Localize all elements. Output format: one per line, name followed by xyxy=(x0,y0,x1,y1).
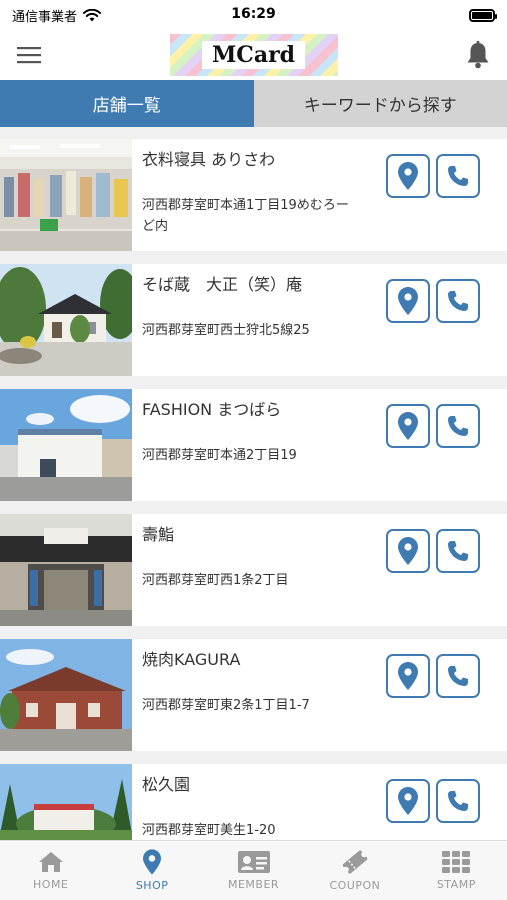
shop-actions xyxy=(386,654,480,698)
map-pin-icon xyxy=(398,662,418,690)
phone-icon xyxy=(448,291,468,311)
shop-name: FASHION まつばら xyxy=(142,400,282,419)
app-header: MCard xyxy=(0,30,507,80)
nav-member[interactable]: MEMBER xyxy=(203,841,304,900)
shop-photo xyxy=(0,639,132,751)
list-item[interactable]: 壽鮨 河西郡芽室町西1条2丁目 xyxy=(0,514,507,626)
shop-name: 壽鮨 xyxy=(142,525,175,544)
map-button[interactable] xyxy=(386,279,430,323)
map-pin-icon xyxy=(398,287,418,315)
shop-name: 松久園 xyxy=(142,775,191,794)
map-button[interactable] xyxy=(386,654,430,698)
shop-photo xyxy=(0,389,132,501)
map-pin-icon xyxy=(398,537,418,565)
shop-address: 河西郡芽室町東2条1丁目1-7 xyxy=(142,698,310,713)
stamp-grid-icon xyxy=(442,851,471,873)
list-item[interactable]: FASHION まつばら 河西郡芽室町本通2丁目19 xyxy=(0,389,507,501)
shop-list[interactable]: 衣料寝具 ありさわ 河西郡芽室町本通1丁目19めむろーど内 そば蔵 大正（笑）庵… xyxy=(0,127,507,840)
app-logo: MCard xyxy=(169,34,338,76)
tab-bar: 店舗一覧 キーワードから探す xyxy=(0,80,507,127)
shop-info: FASHION まつばら 河西郡芽室町本通2丁目19 xyxy=(132,389,354,501)
phone-icon xyxy=(448,791,468,811)
map-pin-icon xyxy=(398,412,418,440)
phone-button[interactable] xyxy=(436,154,480,198)
shop-photo xyxy=(0,514,132,626)
member-card-icon xyxy=(237,851,270,873)
shop-info: 衣料寝具 ありさわ 河西郡芽室町本通1丁目19めむろーど内 xyxy=(132,139,354,251)
map-button[interactable] xyxy=(386,154,430,198)
shop-name: そば蔵 大正（笑）庵 xyxy=(142,275,303,294)
shop-info: そば蔵 大正（笑）庵 河西郡芽室町西士狩北5線25 xyxy=(132,264,354,376)
battery-icon xyxy=(469,8,497,22)
nav-member-label: MEMBER xyxy=(227,878,280,891)
status-bar: 通信事業者 16:29 xyxy=(0,0,507,30)
map-button[interactable] xyxy=(386,404,430,448)
hamburger-menu-icon[interactable] xyxy=(16,45,42,65)
phone-button[interactable] xyxy=(436,654,480,698)
map-pin-icon xyxy=(143,849,162,875)
phone-icon xyxy=(448,541,468,561)
map-pin-icon xyxy=(398,787,418,815)
status-left: 通信事業者 xyxy=(12,6,102,25)
tab-keyword-search[interactable]: キーワードから探す xyxy=(253,80,507,127)
shop-address: 河西郡芽室町西1条2丁目 xyxy=(142,573,289,588)
shop-name: 衣料寝具 ありさわ xyxy=(142,150,276,169)
list-item[interactable]: 焼肉KAGURA 河西郡芽室町東2条1丁目1-7 xyxy=(0,639,507,751)
shop-info: 壽鮨 河西郡芽室町西1条2丁目 xyxy=(132,514,354,626)
shop-name: 焼肉KAGURA xyxy=(142,650,241,669)
logo-text: MCard xyxy=(201,41,306,69)
bottom-nav: HOME SHOP MEMBER COUPON STAMP xyxy=(0,840,507,900)
nav-home-label: HOME xyxy=(33,878,69,891)
wifi-icon xyxy=(83,8,102,21)
phone-button[interactable] xyxy=(436,279,480,323)
nav-shop-label: SHOP xyxy=(135,879,169,892)
phone-button[interactable] xyxy=(436,779,480,823)
map-button[interactable] xyxy=(386,779,430,823)
shop-actions xyxy=(386,154,480,198)
shop-address: 河西郡芽室町本通2丁目19 xyxy=(142,448,297,463)
map-pin-icon xyxy=(398,162,418,190)
phone-icon xyxy=(448,166,468,186)
nav-coupon[interactable]: COUPON xyxy=(304,841,405,900)
phone-icon xyxy=(448,416,468,436)
shop-actions xyxy=(386,779,480,823)
shop-actions xyxy=(386,404,480,448)
shop-actions xyxy=(386,529,480,573)
tab-shop-list[interactable]: 店舗一覧 xyxy=(0,80,254,127)
bell-icon[interactable] xyxy=(465,41,491,69)
nav-stamp-label: STAMP xyxy=(436,878,476,891)
shop-photo xyxy=(0,264,132,376)
list-item[interactable]: 松久園 河西郡芽室町美生1-20 xyxy=(0,764,507,840)
list-item[interactable]: 衣料寝具 ありさわ 河西郡芽室町本通1丁目19めむろーど内 xyxy=(0,139,507,251)
phone-button[interactable] xyxy=(436,404,480,448)
nav-home[interactable]: HOME xyxy=(0,841,101,900)
status-time: 16:29 xyxy=(231,6,276,22)
nav-shop[interactable]: SHOP xyxy=(101,841,202,900)
shop-photo xyxy=(0,139,132,251)
coupon-ticket-icon xyxy=(342,850,368,874)
phone-button[interactable] xyxy=(436,529,480,573)
nav-stamp[interactable]: STAMP xyxy=(406,841,507,900)
list-item[interactable]: そば蔵 大正（笑）庵 河西郡芽室町西士狩北5線25 xyxy=(0,264,507,376)
map-button[interactable] xyxy=(386,529,430,573)
phone-icon xyxy=(448,666,468,686)
shop-actions xyxy=(386,279,480,323)
shop-photo xyxy=(0,764,132,840)
carrier-label: 通信事業者 xyxy=(12,9,78,25)
shop-address: 河西郡芽室町西士狩北5線25 xyxy=(142,323,310,338)
shop-address: 河西郡芽室町美生1-20 xyxy=(142,823,276,838)
nav-coupon-label: COUPON xyxy=(329,879,381,892)
shop-address: 河西郡芽室町本通1丁目19めむろーど内 xyxy=(142,198,349,234)
shop-info: 焼肉KAGURA 河西郡芽室町東2条1丁目1-7 xyxy=(132,639,354,751)
shop-info: 松久園 河西郡芽室町美生1-20 xyxy=(132,764,354,840)
home-icon xyxy=(38,852,63,872)
